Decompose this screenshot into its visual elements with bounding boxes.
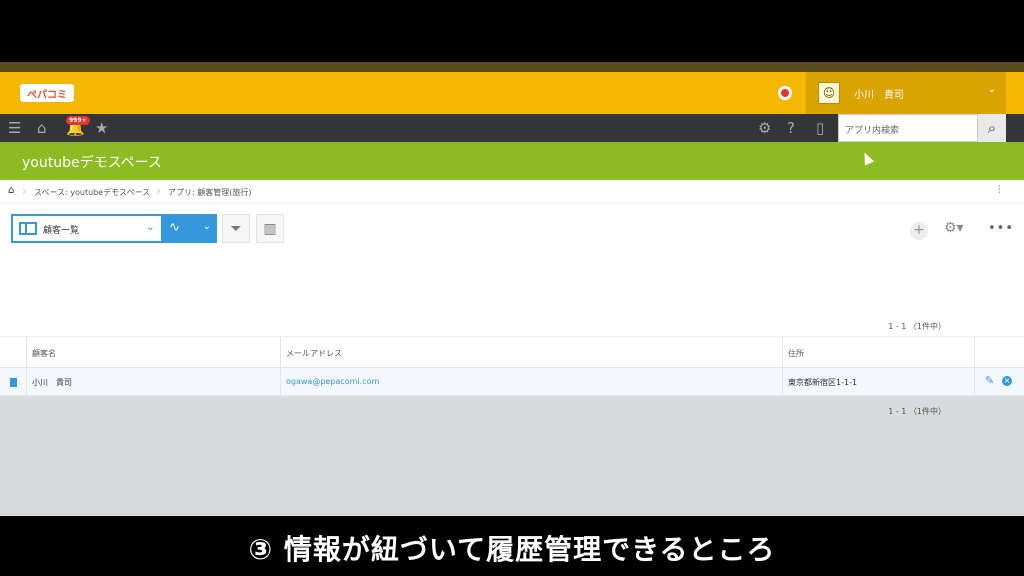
cell-email-link[interactable]: ogawa@pepacomi.com [286,377,379,386]
chevron-down-icon[interactable]: ⌄ [988,84,996,95]
home-icon[interactable]: ⌂ [37,119,47,137]
column-divider [782,368,783,395]
column-divider [26,368,27,395]
mouse-cursor-icon [859,150,875,166]
record-list: 顧客一覧 ⌄ ∿ ⌄ ⏷ ▥ + ⚙▾ ••• 1 - 1 （1件中） 顧客名 … [0,204,1024,416]
column-divider [782,337,783,367]
pencil-icon[interactable]: ✎ [985,374,994,387]
table-header: 顧客名 メールアドレス 住所 [0,336,1024,368]
help-icon[interactable]: ? [787,119,795,137]
column-header-email[interactable]: メールアドレス [286,348,342,359]
add-record-button[interactable]: + [910,222,928,240]
browser-screen: ぺパコミ ☺ 小川 貴司 ⌄ ☰ ⌂ 🔔 999+ ★ ⚙ ? ▯ アプリ内検索… [0,62,1024,516]
search-input[interactable]: アプリ内検索 [838,114,978,142]
user-menu[interactable]: ☺ 小川 貴司 ⌄ [778,72,1006,114]
breadcrumb-app[interactable]: アプリ: 顧客管理(旅行) [168,187,251,198]
video-caption: ③ 情報が紐づいて履歴管理できるところ [0,520,1024,576]
pager-top: 1 - 1 （1件中） [888,322,946,331]
column-divider [280,368,281,395]
column-header-address[interactable]: 住所 [788,348,804,359]
mobile-icon[interactable]: ▯ [816,119,824,137]
settings-gear-icon[interactable]: ⚙▾ [944,220,964,236]
chevron-down-icon: ⌄ [145,220,155,233]
caption-text: ③ 情報が紐づいて履歴管理できるところ [248,533,776,566]
remove-icon[interactable]: × [1002,376,1012,386]
record-detail-icon[interactable] [10,378,17,387]
column-divider [974,368,975,395]
video-frame: ぺパコミ ☺ 小川 貴司 ⌄ ☰ ⌂ 🔔 999+ ★ ⚙ ? ▯ アプリ内検索… [0,0,1024,576]
home-icon[interactable]: ⌂ [8,185,14,196]
table-row[interactable]: 小川 貴司 ogawa@pepacomi.com 東京都新宿区1-1-1 ✎ × [0,368,1024,396]
taskbar-strip [0,62,1024,72]
space-title[interactable]: youtubeデモスペース [22,152,162,172]
pin-icon[interactable]: ⫶ [998,185,1001,196]
column-divider [280,337,281,367]
column-divider [974,337,975,367]
cell-address: 東京都新宿区1-1-1 [788,378,858,387]
breadcrumb-space[interactable]: スペース: youtubeデモスペース [34,187,150,198]
user-name: 小川 貴司 [854,90,904,101]
gear-icon[interactable]: ⚙ [758,119,771,137]
chevron-down-icon: ⌄ [202,221,211,232]
avatar: ☺ [818,82,840,104]
graph-button[interactable]: ∿ ⌄ [163,214,217,243]
breadcrumb: ⌂ › スペース: youtubeデモスペース › アプリ: 顧客管理(旅行) … [0,180,1024,204]
global-toolbar: ☰ ⌂ 🔔 999+ ★ ⚙ ? ▯ アプリ内検索 ⌕ [0,114,1024,142]
star-icon[interactable]: ★ [95,119,108,137]
view-select-label: 顧客一覧 [43,226,80,236]
space-header: youtubeデモスペース [0,142,1024,180]
pager-bottom: 1 - 1 （1件中） [888,407,946,416]
table-view-icon [19,222,37,235]
view-select[interactable]: 顧客一覧 ⌄ [11,214,163,243]
breadcrumb-separator: › [156,184,162,199]
column-header-name[interactable]: 顧客名 [32,348,56,359]
cell-name: 小川 貴司 [32,378,72,387]
menu-icon[interactable]: ☰ [8,119,21,137]
bar-chart-icon[interactable]: ▥ [256,214,284,243]
app-logo[interactable]: ぺパコミ [20,84,74,102]
notification-badge: 999+ [66,116,90,125]
notification-dot-icon[interactable] [778,86,792,100]
line-chart-icon: ∿ [169,220,180,235]
breadcrumb-separator: › [22,184,28,199]
brand-header: ぺパコミ ☺ 小川 貴司 ⌄ [0,72,1024,114]
filter-icon[interactable]: ⏷ [222,214,250,243]
more-options-icon[interactable]: ••• [988,221,1014,236]
search-icon[interactable]: ⌕ [978,114,1006,142]
column-divider [26,337,27,367]
